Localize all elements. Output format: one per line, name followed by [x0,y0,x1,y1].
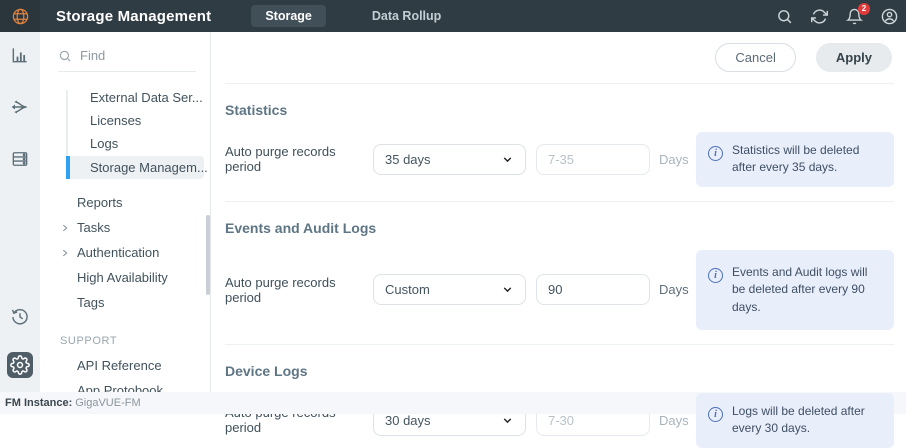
search-icon[interactable] [776,8,793,25]
find-input[interactable] [80,48,196,63]
unit-label: Days [659,413,689,428]
refresh-icon[interactable] [811,8,828,25]
sidebar-item-tasks[interactable]: Tasks [40,215,210,240]
sidebar-item-api-reference[interactable]: API Reference [40,353,210,378]
section-heading: Events and Audit Logs [225,220,894,236]
unit-label: Days [659,282,689,297]
search-icon [58,49,72,63]
info-icon: i [708,407,723,422]
notifications-bell-icon[interactable]: 2 [846,8,863,25]
inventory-server-icon[interactable] [7,146,33,172]
support-section-header: SUPPORT [40,315,210,353]
events-info-callout: i Events and Audit logs will be deleted … [696,250,894,330]
selected-indicator [66,156,70,179]
header-tabs: Storage Data Rollup [251,5,441,27]
field-label: Auto purge records period [225,275,373,305]
events-period-select[interactable]: Custom [373,274,526,305]
main-content: Cancel Apply Statistics Auto purge recor… [211,32,906,392]
header-icons: 2 [776,8,906,25]
sidebar-nav: External Data Ser... Licenses Logs Stora… [40,86,210,392]
section-heading: Device Logs [225,363,894,379]
sidebar-item-tags[interactable]: Tags [40,290,210,315]
action-bar: Cancel Apply [225,32,894,84]
sidebar-item-high-availability[interactable]: High Availability [40,265,210,290]
sidebar: External Data Ser... Licenses Logs Stora… [40,32,211,392]
app-logo[interactable] [0,0,40,32]
analytics-chart-icon[interactable] [7,42,33,68]
statistics-days-input[interactable] [536,144,650,175]
section-statistics: Statistics Auto purge records period 35 … [225,84,894,202]
chevron-down-icon [501,283,514,296]
history-clock-icon[interactable] [7,304,33,330]
sidebar-search[interactable] [58,48,196,72]
statistics-info-callout: i Statistics will be deleted after every… [696,132,894,187]
sidebar-item-storage-management[interactable]: Storage Managem... [40,155,210,180]
tab-storage[interactable]: Storage [251,5,326,27]
info-icon: i [708,146,723,161]
chevron-right-icon [60,246,70,256]
profile-icon[interactable] [881,8,898,25]
unit-label: Days [659,152,689,167]
icon-rail [0,32,40,392]
page-title: Storage Management [56,8,211,25]
device-logs-info-callout: i Logs will be deleted after every 30 da… [696,393,894,448]
fm-instance-value: GigaVUE-FM [75,397,140,409]
field-label: Auto purge records period [225,144,373,174]
tab-data-rollup[interactable]: Data Rollup [372,9,441,23]
notification-badge: 2 [858,3,870,15]
section-heading: Statistics [225,102,894,118]
apply-button[interactable]: Apply [816,43,892,72]
section-events-audit-logs: Events and Audit Logs Auto purge records… [225,202,894,345]
chevron-right-icon [60,221,70,231]
statistics-period-select[interactable]: 35 days [373,144,526,175]
events-days-input[interactable] [536,274,650,305]
sidebar-scrollbar[interactable] [206,215,210,295]
fm-instance-label: FM Instance: [5,397,72,409]
info-icon: i [708,268,723,283]
chevron-down-icon [501,153,514,166]
sidebar-item-reports[interactable]: Reports [40,190,210,215]
traffic-arrows-icon[interactable] [7,94,33,120]
globe-logo-icon [11,7,30,26]
app-header: Storage Management Storage Data Rollup 2 [0,0,906,32]
sidebar-item-authentication[interactable]: Authentication [40,240,210,265]
chevron-down-icon [501,414,514,427]
sidebar-item-app-protobook[interactable]: App Protobook [40,378,210,392]
settings-gear-icon[interactable] [7,352,33,378]
cancel-button[interactable]: Cancel [715,43,795,72]
